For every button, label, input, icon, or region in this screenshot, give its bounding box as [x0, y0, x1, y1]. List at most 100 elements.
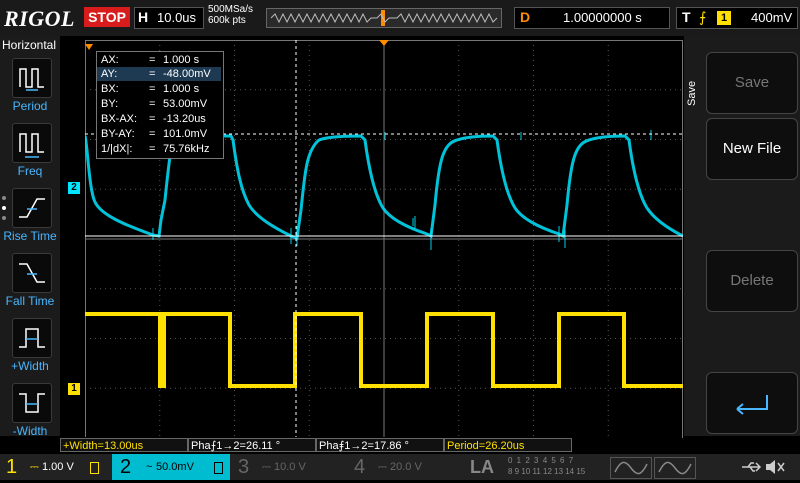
delay-box[interactable]: D 1.00000000 s: [514, 7, 670, 29]
ch3-coupling-icon: ⎓: [262, 461, 271, 473]
cursor-key: 1/|dX|:: [101, 143, 133, 155]
top-status-bar: RIGOL STOP H 10.0us 500MSa/s 600k pts D …: [0, 0, 800, 36]
period-label: Period: [12, 99, 48, 113]
cursor-value: -48.00mV: [163, 68, 211, 80]
cursor-key: BY-AY:: [101, 128, 135, 140]
enter-button[interactable]: [706, 372, 798, 434]
cursor-eq: =: [149, 83, 156, 95]
ch1-number: 1: [6, 456, 18, 478]
cursor-eq: =: [149, 143, 156, 155]
cursor-row: BY: = 53.00mV: [97, 97, 221, 111]
trigger-position-marker: [379, 40, 389, 46]
rise-time-button[interactable]: [12, 188, 52, 228]
run-stop-indicator[interactable]: STOP: [84, 7, 130, 27]
timebase-value: 10.0us: [157, 10, 197, 25]
timebase-box[interactable]: H 10.0us: [134, 7, 204, 29]
usb-icon: [740, 460, 762, 479]
panel-title: Horizontal: [2, 38, 57, 52]
ch4-coupling-icon: ⎓: [378, 461, 387, 473]
sound-muted-icon[interactable]: [764, 458, 786, 481]
measurement-phase-falling[interactable]: Pha⨎1→2=17.86 °: [316, 438, 444, 452]
freq-button[interactable]: [12, 123, 52, 163]
cursor-row: BX-AX: = -13.20us: [97, 112, 221, 126]
ref-wave-button[interactable]: [654, 457, 696, 479]
ch2-bandwidth-icon: [214, 462, 223, 474]
fall-time-label: Fall Time: [5, 294, 55, 308]
save-button[interactable]: Save: [706, 52, 798, 114]
ch1-bandwidth-icon: [90, 462, 99, 474]
ch2-number: 2: [120, 456, 132, 478]
cursor-row: BX: = 1.000 s: [97, 82, 221, 96]
rise-time-icon: [19, 198, 45, 218]
trigger-box[interactable]: T ⨍ 1 400mV: [676, 7, 798, 29]
ch2-coupling-icon: ~: [146, 461, 153, 473]
fall-time-button[interactable]: [12, 253, 52, 293]
cursor-eq: =: [149, 128, 156, 140]
overview-waveform: [270, 10, 498, 26]
cursor-row-selected[interactable]: AY: = -48.00mV: [97, 67, 221, 81]
negative-width-label: -Width: [12, 424, 48, 438]
ch2-ground-marker[interactable]: 2: [68, 182, 80, 194]
cursor-key: BX:: [101, 83, 119, 95]
cursor-key: AY:: [101, 68, 118, 80]
ch4-number: 4: [354, 456, 366, 478]
ch1-ground-marker[interactable]: 1: [68, 383, 80, 395]
freq-label: Freq: [17, 164, 43, 178]
ch2-noise: [152, 130, 652, 250]
trigger-label: T: [682, 9, 691, 25]
horizontal-measure-panel: Horizontal Period Freq Rise Time Fall Ti…: [0, 36, 60, 438]
memory-start-marker: [85, 44, 93, 50]
memory-depth: 600k pts: [208, 15, 246, 26]
sine-wave-icon: [658, 461, 692, 475]
measurement-period[interactable]: Period=26.20us: [444, 438, 572, 452]
cursor-readout-table: AX: = 1.000 s AY: = -48.00mV BX: = 1.000…: [96, 51, 224, 159]
ch3-number: 3: [238, 456, 250, 478]
ch4-status[interactable]: 4 ⎓ 20.0 V: [348, 454, 460, 480]
cursor-value: 75.76kHz: [163, 143, 210, 155]
cursor-key: BY:: [101, 98, 119, 110]
brand-logo: RIGOL: [4, 6, 75, 31]
math-wave-button[interactable]: [610, 457, 652, 479]
ch3-status[interactable]: 3 ⎓ 10.0 V: [232, 454, 344, 480]
positive-width-label: +Width: [11, 359, 49, 373]
horizontal-label: H: [138, 9, 149, 25]
period-icon: [19, 68, 44, 91]
negative-width-icon: [19, 393, 45, 413]
trigger-level: 400mV: [751, 10, 793, 25]
la-status[interactable]: LA 0 1 2 3 4 5 6 7 8 9 10 11 12 13 14 15: [466, 454, 606, 480]
positive-width-icon: [19, 328, 45, 348]
delay-value: 1.00000000 s: [563, 10, 642, 25]
page-dot: [2, 216, 6, 220]
page-dot-active: [2, 206, 6, 210]
trigger-source-badge: 1: [717, 11, 731, 25]
save-menu-title: Save: [686, 80, 698, 106]
cursor-eq: =: [149, 98, 156, 110]
la-digits-high: 8 9 10 11 12 13 14 15: [508, 467, 586, 476]
fall-time-icon: [19, 263, 45, 283]
period-button[interactable]: [12, 58, 52, 98]
cursor-row: AX: = 1.000 s: [97, 53, 221, 67]
ch2-scale: 50.0mV: [156, 461, 194, 473]
measurement-phase-rising[interactable]: Pha⨍1→2=26.11 °: [188, 438, 316, 452]
sample-rate: 500MSa/s: [208, 4, 254, 15]
delete-button[interactable]: Delete: [706, 250, 798, 312]
negative-width-button[interactable]: [12, 383, 52, 423]
new-file-button[interactable]: New File: [706, 118, 798, 180]
freq-icon: [19, 133, 44, 158]
memory-overview-bar[interactable]: [266, 8, 502, 28]
positive-width-button[interactable]: [12, 318, 52, 358]
ch1-edges: [159, 314, 625, 386]
cursor-key: AX:: [101, 54, 119, 66]
cursor-eq: =: [149, 113, 156, 125]
ch1-status[interactable]: 1 ⎓ 1.00 V: [0, 454, 112, 480]
ch2-status[interactable]: 2 ~ 50.0mV: [112, 454, 230, 480]
la-digits-low: 0 1 2 3 4 5 6 7: [508, 456, 575, 465]
cursor-eq: =: [149, 68, 156, 80]
rise-time-label: Rise Time: [3, 229, 57, 243]
cursor-value: 1.000 s: [163, 54, 200, 66]
cursor-value: 101.0mV: [163, 128, 208, 140]
cursor-key: BX-AX:: [101, 113, 138, 125]
trigger-slope-icon: ⨍: [699, 9, 707, 25]
measurement-positive-width[interactable]: +Width=13.00us: [60, 438, 188, 452]
sine-wave-icon: [614, 461, 648, 475]
